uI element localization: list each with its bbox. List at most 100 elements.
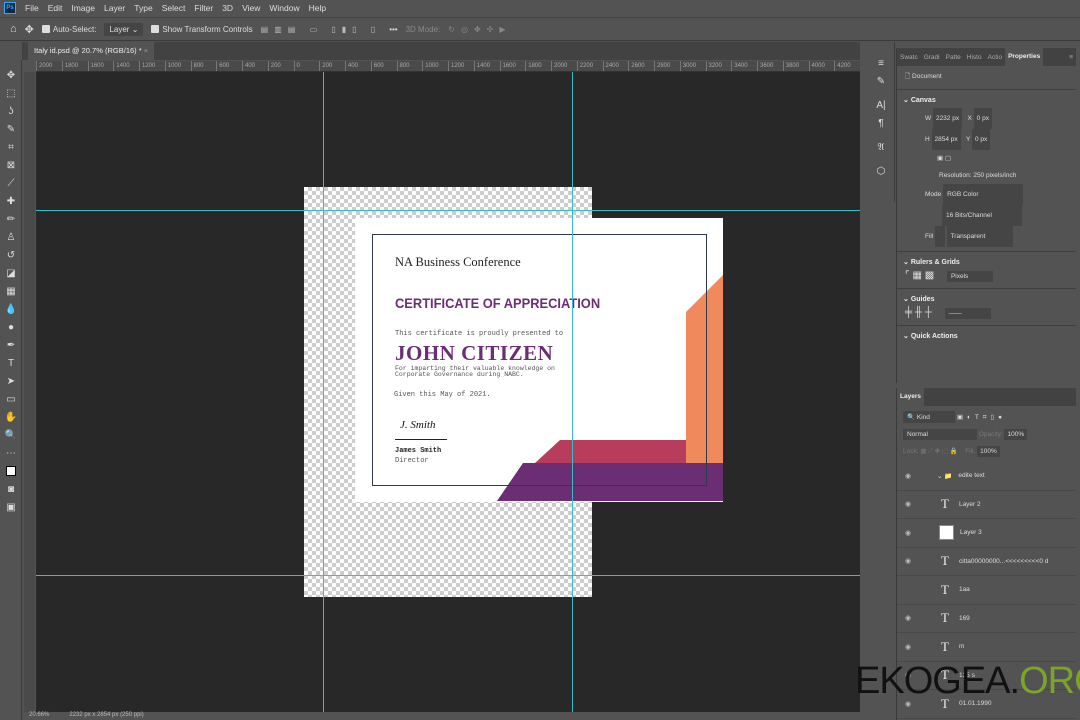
crop-tool-icon[interactable]: ⌗: [0, 138, 22, 156]
ruler-toggle-icon[interactable]: ⌜: [905, 270, 910, 281]
menu-help[interactable]: Help: [309, 3, 326, 13]
visibility-eye-icon[interactable]: ◉: [897, 529, 919, 537]
quick-mask-icon[interactable]: ◙: [0, 480, 22, 498]
layer-row[interactable]: ◉ T Layer 2: [897, 491, 1076, 519]
move-tool-icon[interactable]: ✥: [25, 23, 34, 36]
menu-type[interactable]: Type: [134, 3, 152, 13]
blur-tool-icon[interactable]: 💧: [0, 300, 22, 318]
bit-depth-dropdown[interactable]: 16 Bits/Channel: [942, 205, 1022, 226]
paragraph-icon[interactable]: ¶: [870, 114, 892, 132]
document-tab[interactable]: Italy id.psd @ 20.7% (RGB/16) * ×: [28, 42, 155, 60]
menu-filter[interactable]: Filter: [194, 3, 213, 13]
path-select-icon[interactable]: ➤: [0, 372, 22, 390]
grid-icon[interactable]: ▦: [912, 270, 921, 281]
3d-controls-icons[interactable]: ↻◎✥✣▶: [448, 25, 511, 34]
brushes-icon[interactable]: ✎: [870, 72, 892, 90]
horizontal-ruler[interactable]: 2000 1800 1600 1400 1200 1000 800 600 400 200 0 200…: [36, 61, 860, 72]
fill-dropdown[interactable]: Transparent: [946, 226, 1013, 247]
move-tool-icon[interactable]: ✥: [0, 66, 22, 84]
gradient-tool-icon[interactable]: ▦: [0, 282, 22, 300]
visibility-eye-icon[interactable]: ◉: [897, 614, 919, 622]
menu-edit[interactable]: Edit: [48, 3, 63, 13]
panel-menu-icon[interactable]: ≡: [1066, 54, 1076, 61]
history-brush-icon[interactable]: ↺: [0, 246, 22, 264]
y-input[interactable]: 0 px: [972, 129, 991, 150]
guides-section-header[interactable]: ⌄ Guides: [897, 288, 1076, 307]
lock-icons[interactable]: ▦ ⟋ ✥ ⬚ 🔒: [920, 448, 958, 455]
layer-row[interactable]: ◉ ⌄ 📁 edite text: [897, 462, 1076, 491]
tab-properties[interactable]: Properties: [1005, 48, 1044, 66]
character-icon[interactable]: A|: [870, 96, 892, 114]
menu-image[interactable]: Image: [71, 3, 95, 13]
more-icon[interactable]: •••: [389, 25, 397, 34]
units-dropdown[interactable]: Pixels: [946, 271, 993, 282]
kind-filter-dropdown[interactable]: 🔍 Kind: [903, 411, 955, 423]
filter-icons[interactable]: ▣◐T⌗▯●: [957, 414, 1006, 421]
guide-vertical[interactable]: [572, 72, 573, 712]
pen-tool-icon[interactable]: ✒: [0, 336, 22, 354]
quick-actions-header[interactable]: ⌄ Quick Actions: [897, 325, 1076, 344]
guide-vertical[interactable]: [323, 72, 324, 712]
visibility-eye-icon[interactable]: ◉: [897, 557, 919, 565]
guide-icon[interactable]: ╪: [905, 307, 912, 318]
screen-mode-icon[interactable]: ▣: [0, 498, 22, 516]
auto-select-checkbox[interactable]: Auto-Select:: [41, 25, 96, 34]
hand-tool-icon[interactable]: ✋: [0, 408, 22, 426]
fill-input[interactable]: 100%: [977, 446, 1000, 457]
blend-mode-dropdown[interactable]: Normal: [903, 429, 977, 440]
layer-row[interactable]: ◉ Layer 3: [897, 519, 1076, 548]
lasso-tool-icon[interactable]: ʖ: [0, 102, 22, 120]
quick-select-icon[interactable]: ✎: [0, 120, 22, 138]
visibility-eye-icon[interactable]: ◉: [897, 643, 919, 651]
eyedropper-icon[interactable]: ⟋: [0, 174, 22, 192]
type-tool-icon[interactable]: T: [0, 354, 22, 372]
zoom-tool-icon[interactable]: 🔍: [0, 426, 22, 444]
tab-gradients[interactable]: Gradi: [921, 54, 943, 61]
layer-row[interactable]: ◉ Tm: [897, 633, 1076, 662]
glyphs-icon[interactable]: 𝔄: [870, 138, 892, 156]
layer-row[interactable]: ◉ T 169: [897, 605, 1076, 633]
visibility-eye-icon[interactable]: ◉: [897, 500, 919, 508]
fill-swatch[interactable]: [935, 226, 945, 247]
menu-view[interactable]: View: [242, 3, 260, 13]
close-tab-icon[interactable]: ×: [144, 46, 148, 55]
mode-dropdown[interactable]: RGB Color: [943, 184, 1024, 205]
frame-tool-icon[interactable]: ⊠: [0, 156, 22, 174]
brush-tool-icon[interactable]: ✏: [0, 210, 22, 228]
landscape-icon[interactable]: ▢: [945, 155, 951, 162]
width-input[interactable]: 2232 px: [932, 108, 963, 129]
tab-histogram[interactable]: Histo: [964, 54, 985, 61]
color-swatches-icon[interactable]: [0, 462, 22, 480]
stamp-tool-icon[interactable]: ♙: [0, 228, 22, 246]
tab-actions[interactable]: Actio: [985, 54, 1005, 61]
align-icons[interactable]: ▤▥▤ ▭ ▯▮▯ ▯: [261, 25, 382, 34]
3d-icon[interactable]: ⬡: [870, 162, 892, 180]
vertical-ruler[interactable]: [24, 72, 35, 712]
menu-layer[interactable]: Layer: [104, 3, 125, 13]
layer-row[interactable]: ◉ Tcitta00000000...<<<<<<<<<0 d: [897, 548, 1076, 576]
pixel-grid-icon[interactable]: ▩: [925, 270, 934, 281]
menu-file[interactable]: File: [25, 3, 39, 13]
layer-row[interactable]: T 1aa: [897, 576, 1076, 605]
healing-brush-icon[interactable]: ✚: [0, 192, 22, 210]
zoom-level[interactable]: 20.66%: [29, 712, 49, 720]
canvas-area[interactable]: NA Business Conference CERTIFICATE OF AP…: [36, 72, 860, 712]
more-tools-icon[interactable]: ⋯: [0, 444, 22, 462]
x-input[interactable]: 0 px: [973, 108, 992, 129]
tab-patterns[interactable]: Patte: [943, 54, 964, 61]
guide-new-icon[interactable]: ┼: [925, 307, 932, 318]
guide-horizontal[interactable]: [36, 575, 860, 576]
eraser-icon[interactable]: ◪: [0, 264, 22, 282]
tab-layers[interactable]: Layers: [897, 388, 924, 406]
transform-controls-checkbox[interactable]: Show Transform Controls: [151, 25, 253, 34]
menu-3d[interactable]: 3D: [222, 3, 233, 13]
menu-window[interactable]: Window: [269, 3, 299, 13]
marquee-tool-icon[interactable]: ⬚: [0, 84, 22, 102]
dodge-tool-icon[interactable]: ●: [0, 318, 22, 336]
tab-swatches[interactable]: Swatc: [897, 54, 921, 61]
menu-select[interactable]: Select: [162, 3, 186, 13]
guide-lock-icon[interactable]: ╫: [915, 307, 922, 318]
portrait-icon[interactable]: ▣: [937, 155, 943, 162]
guide-style-dropdown[interactable]: ——: [944, 308, 991, 319]
rulers-section-header[interactable]: ⌄ Rulers & Grids: [897, 251, 1076, 270]
